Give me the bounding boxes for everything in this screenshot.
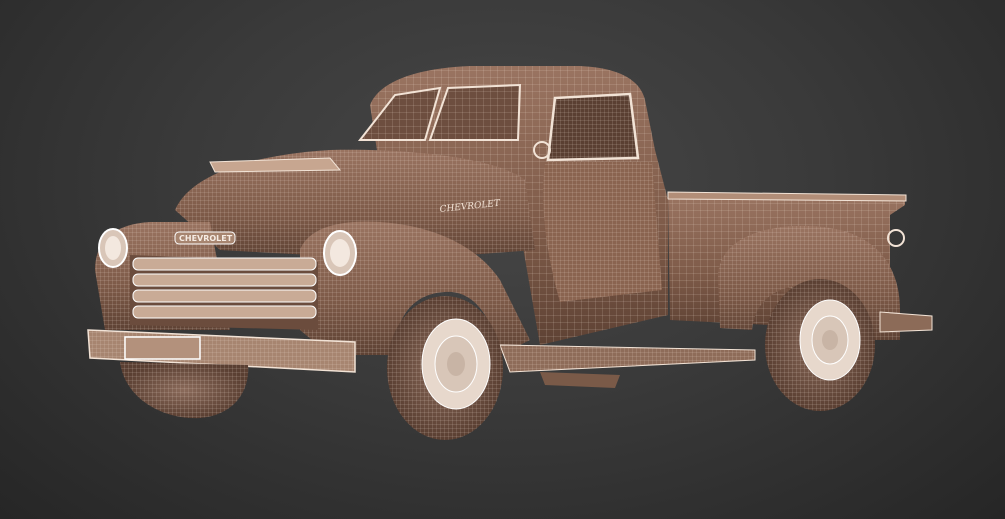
front-right-wheel (387, 296, 503, 440)
render-viewport: CHEVROLET CHEVROLET (0, 0, 1005, 519)
rear-wheel (765, 279, 875, 411)
grille-badge: CHEVROLET (179, 234, 233, 243)
underbody (540, 372, 620, 388)
front-left-wheel (120, 362, 249, 419)
truck-wireframe-render: CHEVROLET CHEVROLET (87, 66, 933, 440)
license-plate (124, 336, 201, 360)
